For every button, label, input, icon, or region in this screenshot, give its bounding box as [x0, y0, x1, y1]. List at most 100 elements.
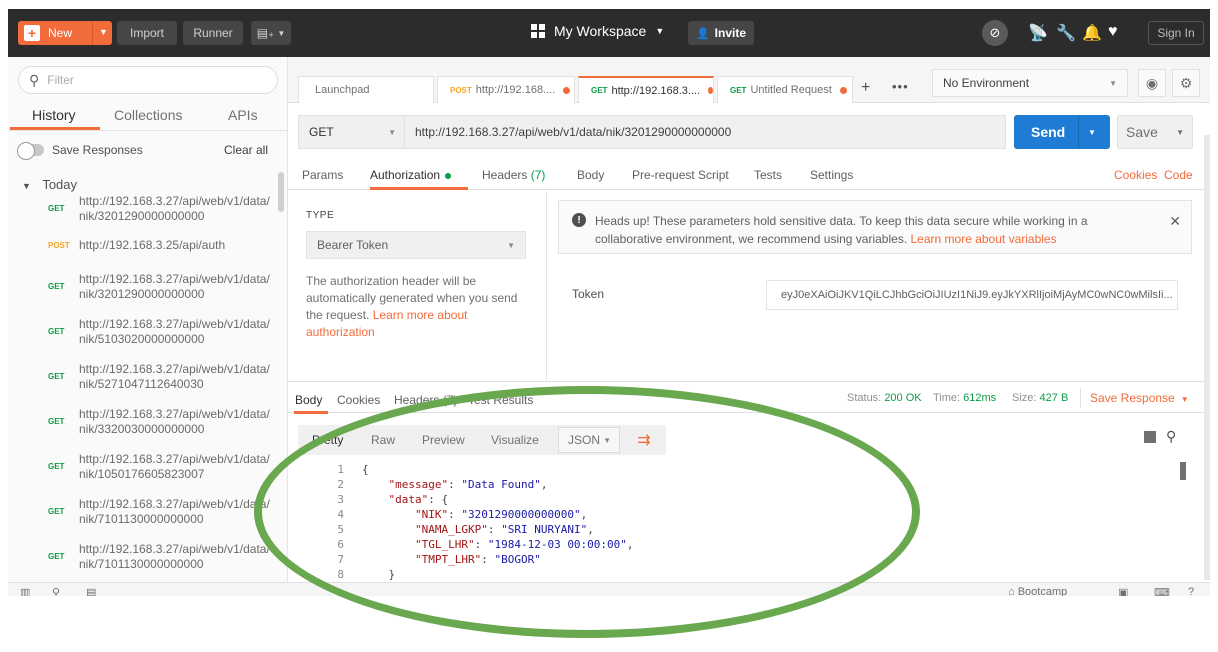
tab-response-cookies[interactable]: Cookies: [337, 393, 380, 407]
history-item[interactable]: GET http://192.168.3.27/api/web/v1/data/…: [8, 189, 280, 234]
format-select[interactable]: JSON ▼: [558, 427, 620, 453]
tab-settings[interactable]: Settings: [810, 168, 853, 182]
token-input[interactable]: eyJ0eXAiOiJKV1QiLCJhbGciOiJIUzI1NiJ9.eyJ…: [766, 280, 1178, 310]
bell-icon[interactable]: 🔔: [1082, 23, 1102, 43]
response-time: Time: 612ms: [933, 392, 997, 404]
send-button[interactable]: Send ▼: [1014, 115, 1110, 149]
history-item[interactable]: GET http://192.168.3.27/api/web/v1/data/…: [8, 445, 280, 490]
code-line: 1{: [337, 463, 369, 476]
tab-untitled-request[interactable]: GET Untitled Request: [717, 76, 853, 103]
cookies-link[interactable]: Cookies: [1114, 168, 1157, 182]
unsaved-dot: [563, 86, 571, 94]
history-item[interactable]: GET http://192.168.3.27/api/web/v1/data/…: [8, 400, 280, 445]
tab-params[interactable]: Params: [302, 168, 343, 182]
eye-icon[interactable]: ◉: [1138, 69, 1166, 97]
view-preview[interactable]: Preview: [422, 433, 465, 447]
add-window-icon: ▤₊: [256, 26, 275, 40]
tab-response-headers[interactable]: Headers (7): [394, 393, 457, 407]
keyboard-icon[interactable]: ⌨: [1154, 586, 1170, 596]
method-select[interactable]: GET ▼: [298, 115, 404, 149]
save-responses-toggle[interactable]: Save Responses: [17, 142, 143, 160]
tab-tests[interactable]: Tests: [754, 168, 782, 182]
tab-headers[interactable]: Headers (7): [482, 168, 545, 182]
code-line: 7 "TMPT_LHR": "BOGOR": [337, 553, 541, 566]
auth-type-select[interactable]: Bearer Token ▼: [306, 231, 526, 259]
satellite-icon[interactable]: 📡: [1028, 23, 1048, 43]
history-list: GET http://192.168.3.27/api/web/v1/data/…: [8, 189, 280, 580]
runner-button[interactable]: Runner: [183, 21, 243, 45]
bootcamp-link[interactable]: ⌂ Bootcamp: [1008, 586, 1067, 596]
code-scrollbar[interactable]: [1180, 462, 1186, 480]
view-raw[interactable]: Raw: [371, 433, 395, 447]
tab-body[interactable]: Body: [577, 168, 604, 182]
tab-test-results[interactable]: Test Results: [468, 393, 533, 407]
filter-input[interactable]: ⚲ Filter: [18, 66, 278, 94]
chevron-down-icon[interactable]: ▼: [1176, 128, 1184, 137]
tab-apis[interactable]: APIs: [228, 107, 258, 123]
history-item[interactable]: GET http://192.168.3.27/api/web/v1/data/…: [8, 355, 280, 400]
new-button[interactable]: + New ▼: [18, 21, 112, 45]
sidebar-scrollbar[interactable]: [278, 172, 284, 212]
history-item[interactable]: GET http://192.168.3.27/api/web/v1/data/…: [8, 490, 280, 535]
tab-launchpad[interactable]: Launchpad: [298, 76, 434, 103]
heads-up-banner: ! Heads up! These parameters hold sensit…: [558, 200, 1192, 254]
chevron-down-icon: ▼: [1180, 395, 1189, 404]
close-icon[interactable]: ✕: [1169, 213, 1181, 230]
url-input[interactable]: http://192.168.3.27/api/web/v1/data/nik/…: [404, 115, 1006, 149]
heart-icon[interactable]: ♥: [1108, 23, 1118, 41]
save-button[interactable]: Save ▼: [1117, 115, 1193, 149]
code-link[interactable]: Code: [1164, 168, 1193, 182]
response-status: Status: 200 OK: [847, 392, 922, 404]
tab-history[interactable]: History: [32, 107, 76, 123]
unsaved-dot: [708, 87, 713, 94]
view-pretty[interactable]: Pretty: [312, 433, 343, 447]
sync-off-icon[interactable]: ⊘: [982, 20, 1008, 46]
clear-all-button[interactable]: Clear all: [224, 143, 268, 157]
chevron-down-icon[interactable]: ▼: [99, 27, 108, 37]
wrench-icon[interactable]: 🔧: [1056, 23, 1076, 43]
console-icon[interactable]: ▤: [86, 586, 96, 596]
response-body-editor[interactable]: 1{ 2 "message": "Data Found", 3 "data": …: [298, 462, 1190, 580]
tab-get-request[interactable]: GET http://192.168.3....: [578, 76, 714, 103]
environment-select[interactable]: No Environment ▼: [932, 69, 1128, 97]
import-button[interactable]: Import: [117, 21, 177, 45]
find-icon[interactable]: ⚲: [52, 586, 60, 596]
tab-authorization[interactable]: Authorization: [370, 168, 452, 182]
history-item[interactable]: GET http://192.168.3.27/api/web/v1/data/…: [8, 535, 280, 580]
code-line: 4 "NIK": "3201290000000000",: [337, 508, 588, 521]
layout-icon[interactable]: ▣: [1118, 586, 1128, 596]
copy-icon[interactable]: [1144, 431, 1156, 443]
code-line: 2 "message": "Data Found",: [337, 478, 548, 491]
help-icon[interactable]: ?: [1188, 586, 1194, 596]
gear-icon[interactable]: ⚙: [1172, 69, 1200, 97]
history-item[interactable]: GET http://192.168.3.27/api/web/v1/data/…: [8, 265, 280, 310]
history-item[interactable]: POST http://192.168.3.25/api/auth: [8, 234, 280, 265]
save-response-button[interactable]: Save Response ▼: [1090, 391, 1189, 405]
info-icon: !: [572, 213, 586, 227]
history-item[interactable]: GET http://192.168.3.27/api/web/v1/data/…: [8, 310, 280, 355]
chevron-down-icon: ▼: [603, 435, 611, 445]
learn-more-variables-link[interactable]: Learn more about variables: [911, 232, 1057, 246]
tab-collections[interactable]: Collections: [114, 107, 182, 123]
chevron-down-icon: ▼: [507, 240, 515, 250]
invite-button[interactable]: 👤 Invite: [688, 21, 754, 45]
tab-post-request[interactable]: POST http://192.168....: [437, 76, 575, 103]
tab-pre-request-script[interactable]: Pre-request Script: [632, 168, 729, 182]
main-scrollbar[interactable]: [1204, 135, 1210, 580]
new-tab-plus-icon[interactable]: +: [861, 79, 870, 97]
sidebar: ⚲ Filter History Collections APIs Save R…: [8, 57, 288, 582]
workspace-switcher[interactable]: My Workspace ▼: [531, 23, 664, 39]
chevron-down-icon: ▼: [655, 26, 665, 36]
sign-in-button[interactable]: Sign In: [1148, 21, 1204, 45]
add-user-icon: 👤: [695, 27, 710, 40]
chevron-down-icon[interactable]: ▼: [1088, 128, 1096, 137]
wrap-lines-icon[interactable]: ⇉: [632, 428, 656, 452]
toggle-switch[interactable]: [17, 142, 44, 160]
search-icon[interactable]: ⚲: [1166, 428, 1176, 445]
more-tabs-icon[interactable]: •••: [892, 79, 909, 94]
response-tab-bar: Body Cookies Headers (7) Test Results St…: [288, 381, 1210, 414]
view-visualize[interactable]: Visualize: [491, 433, 539, 447]
tab-response-body[interactable]: Body: [295, 393, 322, 407]
sidebar-toggle-icon[interactable]: ▥: [20, 586, 30, 596]
new-window-button[interactable]: ▤₊ ▼: [251, 21, 291, 45]
